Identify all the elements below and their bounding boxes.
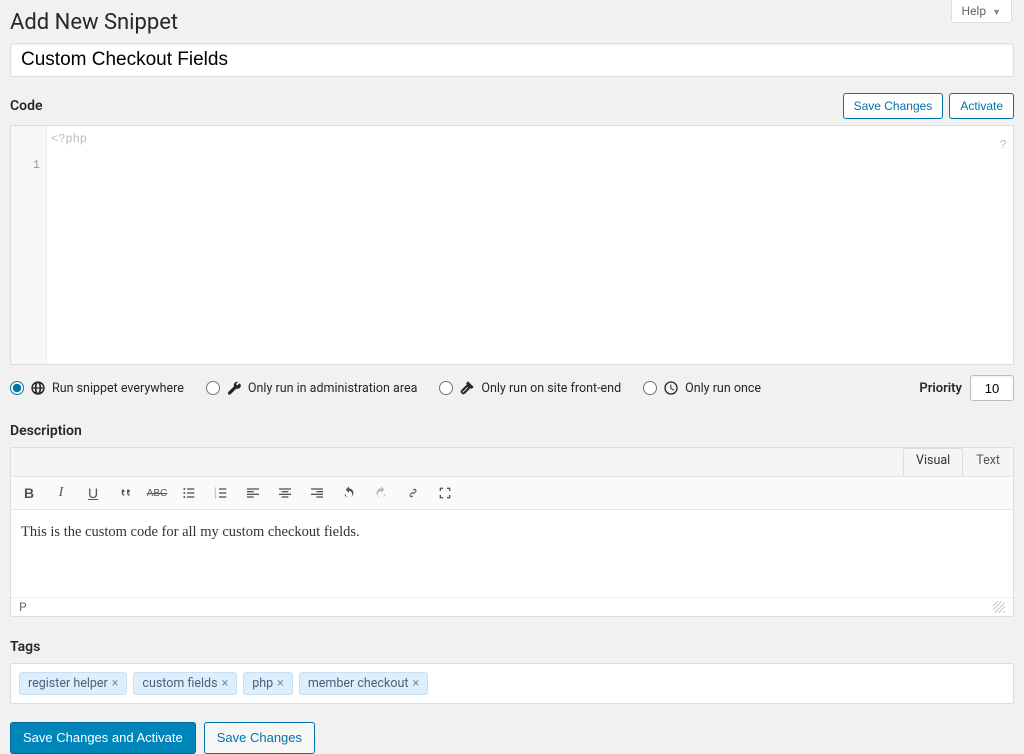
run-everywhere-radio[interactable] [10,381,24,395]
close-icon[interactable]: × [412,676,419,691]
clock-icon [663,380,679,396]
help-label: Help [962,4,987,18]
tab-text[interactable]: Text [963,448,1013,476]
redo-button[interactable] [371,483,391,503]
undo-button[interactable] [339,483,359,503]
quote-button[interactable] [115,483,135,503]
code-editor[interactable]: 1 <?php ? [10,125,1014,365]
align-right-button[interactable] [307,483,327,503]
run-frontend-radio[interactable] [439,381,453,395]
strike-button[interactable]: ABC [147,483,167,503]
close-icon[interactable]: × [277,676,284,691]
save-changes-footer-button[interactable]: Save Changes [204,722,315,754]
priority-field: Priority [919,375,1014,401]
run-once-option[interactable]: Only run once [643,380,761,396]
resize-handle-icon[interactable] [993,601,1005,613]
run-admin-option[interactable]: Only run in administration area [206,380,417,396]
priority-input[interactable] [970,375,1014,401]
tab-visual[interactable]: Visual [903,448,963,476]
link-button[interactable] [403,483,423,503]
help-tab[interactable]: Help ▼ [951,0,1013,23]
code-gutter: 1 [11,126,47,364]
run-everywhere-option[interactable]: Run snippet everywhere [10,380,184,396]
tags-heading: Tags [10,639,1014,655]
wrench-icon [226,380,242,396]
page-title: Add New Snippet [10,0,1014,43]
italic-button[interactable]: I [51,483,71,503]
globe-icon [30,380,46,396]
fullscreen-button[interactable] [435,483,455,503]
code-heading: Code [10,98,43,114]
tag-pill[interactable]: php× [243,672,293,695]
hammer-icon [459,380,475,396]
tag-pill[interactable]: register helper× [19,672,127,695]
close-icon[interactable]: × [112,676,119,691]
editor-toolbar: B I U ABC 123 [11,476,1013,510]
description-heading: Description [10,423,1014,439]
run-admin-radio[interactable] [206,381,220,395]
activate-button[interactable]: Activate [949,93,1014,119]
chevron-down-icon: ▼ [992,8,1001,18]
align-left-button[interactable] [243,483,263,503]
run-frontend-option[interactable]: Only run on site front-end [439,380,621,396]
underline-button[interactable]: U [83,483,103,503]
tag-pill[interactable]: custom fields× [133,672,237,695]
run-once-radio[interactable] [643,381,657,395]
tag-pill[interactable]: member checkout× [299,672,428,695]
save-changes-button[interactable]: Save Changes [843,93,944,119]
tags-input[interactable]: register helper× custom fields× php× mem… [10,663,1014,704]
svg-text:3: 3 [214,494,216,499]
snippet-title-input[interactable] [10,43,1014,77]
number-list-button[interactable]: 123 [211,483,231,503]
description-editor[interactable]: This is the custom code for all my custo… [11,510,1013,598]
save-and-activate-button[interactable]: Save Changes and Activate [10,722,196,754]
align-center-button[interactable] [275,483,295,503]
code-textarea[interactable] [47,126,1013,364]
close-icon[interactable]: × [222,676,229,691]
bullet-list-button[interactable] [179,483,199,503]
bold-button[interactable]: B [19,483,39,503]
editor-path: P [19,600,27,614]
